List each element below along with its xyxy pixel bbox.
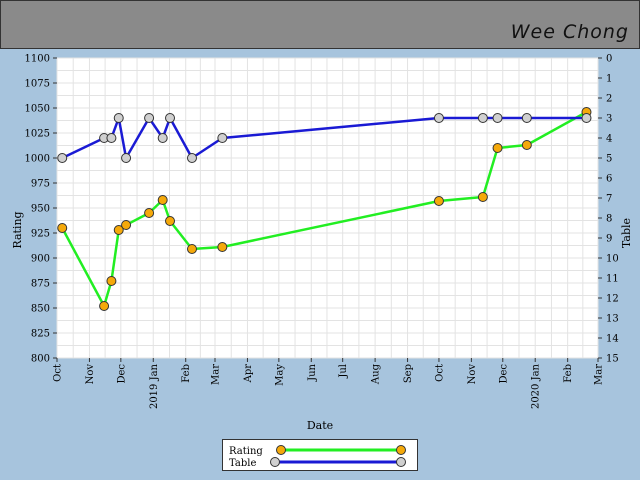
- y-left-tick-label: 1000: [25, 154, 50, 165]
- rating-data-point: [106, 276, 117, 286]
- legend-graphic: Rating Table: [229, 445, 406, 469]
- table-data-point: [186, 153, 197, 163]
- x-tick-label: 2019 Jan: [149, 363, 160, 409]
- rating-data-point: [521, 140, 532, 150]
- y-right-tick-label: 6: [606, 174, 612, 185]
- y-left-tick-label: 900: [31, 254, 50, 265]
- x-tick-label: Nov: [85, 364, 96, 385]
- right-axis-ticks: 0123456789101112131415: [598, 54, 619, 365]
- y-left-tick-label: 825: [31, 329, 50, 340]
- y-left-tick-label: 800: [31, 354, 50, 365]
- rating-data-point: [165, 216, 176, 226]
- rating-data-point: [433, 196, 444, 206]
- y-left-tick-label: 1100: [25, 54, 50, 65]
- rating-data-point: [186, 244, 197, 254]
- x-tick-label: Mar: [211, 364, 222, 385]
- x-tick-label: Mar: [594, 364, 605, 385]
- table-data-point: [433, 113, 444, 123]
- rating-data-point: [57, 223, 68, 233]
- y-right-tick-label: 13: [606, 314, 619, 325]
- y-right-tick-label: 9: [606, 234, 612, 245]
- table-data-point: [165, 113, 176, 123]
- rating-data-point: [492, 143, 503, 153]
- x-tick-label: Feb: [563, 364, 574, 383]
- y-right-tick-label: 12: [606, 294, 619, 305]
- legend-table-marker-end: [396, 457, 406, 467]
- y-right-tick-label: 1: [606, 74, 612, 85]
- y-right-tick-label: 11: [606, 274, 619, 285]
- x-tick-label: Dec: [116, 364, 127, 384]
- x-tick-label: Apr: [243, 364, 254, 384]
- rating-data-point: [157, 195, 168, 205]
- x-tick-label: May: [274, 364, 285, 386]
- table-data-point: [217, 133, 228, 143]
- table-data-point: [144, 113, 155, 123]
- x-tick-label: Jul: [338, 364, 349, 379]
- rating-data-point: [99, 301, 110, 311]
- table-data-point: [477, 113, 488, 123]
- table-data-point: [57, 153, 68, 163]
- table-data-point: [106, 133, 117, 143]
- x-axis-label: Date: [307, 419, 333, 432]
- y-right-tick-label: 8: [606, 214, 612, 225]
- x-tick-label: Dec: [498, 364, 509, 384]
- y-left-tick-label: 1075: [25, 79, 50, 90]
- legend-rating-marker-end: [396, 445, 406, 455]
- x-tick-label: Sep: [403, 364, 414, 383]
- y-right-tick-label: 3: [606, 114, 612, 125]
- legend-rating-marker-start: [276, 445, 286, 455]
- y-right-tick-label: 4: [606, 134, 612, 145]
- x-axis-ticks: Oct Nov Dec 2019 Jan Feb Mar Apr May Jun Jul Aug Se…: [53, 358, 605, 409]
- table-data-point: [492, 113, 503, 123]
- legend-table-marker-start: [270, 457, 280, 467]
- x-tick-label: 2020 Jan: [531, 363, 542, 409]
- x-tick-label: Feb: [181, 364, 192, 383]
- y-right-tick-label: 0: [606, 54, 612, 65]
- left-axis-ticks: 800 825 850 875 900 925 950 975 1000 1025 1050 1075…: [25, 54, 57, 365]
- legend-table-label: Table: [229, 458, 256, 469]
- y-right-axis-label: Table: [620, 218, 633, 248]
- legend: Rating Table: [222, 439, 418, 471]
- x-tick-label: Oct: [53, 364, 64, 382]
- y-right-tick-label: 5: [606, 154, 612, 165]
- rating-table-chart: 8008258508759009259509751000102510501075…: [11, 54, 633, 433]
- y-right-tick-label: 2: [606, 94, 612, 105]
- x-tick-label: Nov: [467, 364, 478, 385]
- table-data-point: [157, 133, 168, 143]
- y-left-tick-label: 1025: [25, 129, 50, 140]
- y-left-tick-label: 925: [31, 229, 50, 240]
- y-left-tick-label: 875: [31, 279, 50, 290]
- y-right-tick-label: 14: [606, 334, 619, 345]
- legend-rating-label: Rating: [229, 446, 263, 457]
- y-left-tick-label: 1050: [25, 104, 50, 115]
- y-right-tick-label: 15: [606, 354, 619, 365]
- y-left-tick-label: 850: [31, 304, 50, 315]
- x-tick-label: Jun: [307, 363, 318, 381]
- table-data-point: [113, 113, 124, 123]
- table-data-point: [521, 113, 532, 123]
- table-data-point: [581, 113, 592, 123]
- rating-data-point: [217, 242, 228, 252]
- rating-data-point: [477, 192, 488, 202]
- rating-data-point: [121, 220, 132, 230]
- x-tick-label: Oct: [434, 364, 445, 382]
- y-left-tick-label: 950: [31, 204, 50, 215]
- x-tick-label: Aug: [371, 363, 382, 385]
- table-data-point: [121, 153, 132, 163]
- y-left-tick-label: 975: [31, 179, 50, 190]
- y-right-tick-label: 7: [606, 194, 612, 205]
- rating-data-point: [144, 208, 155, 218]
- y-right-tick-label: 10: [606, 254, 619, 265]
- y-left-axis-label: Rating: [11, 211, 24, 248]
